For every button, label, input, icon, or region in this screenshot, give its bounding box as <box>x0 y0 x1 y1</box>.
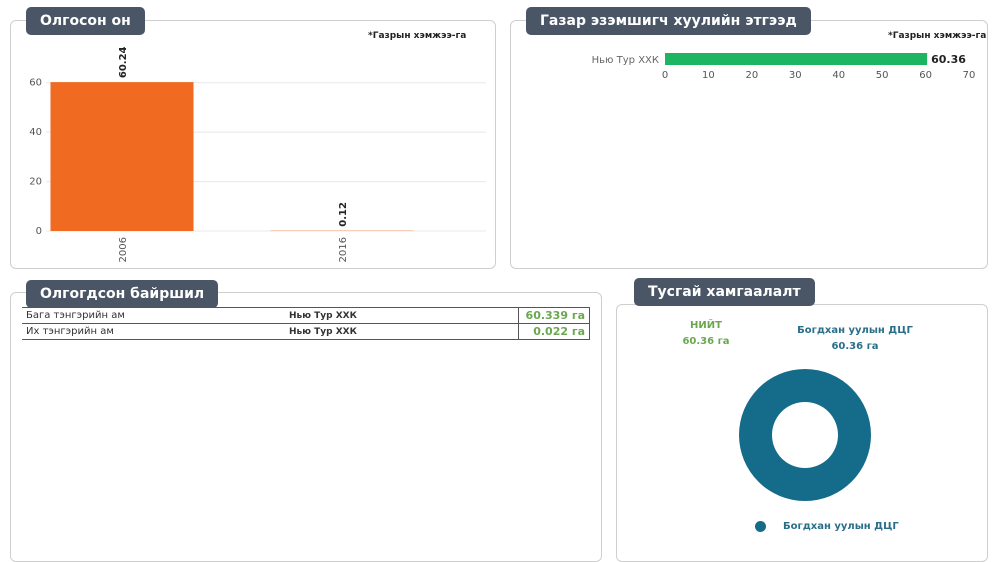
place-cell: Бага тэнгэрийн ам <box>22 308 285 324</box>
y-tick-label: 40 <box>29 127 42 138</box>
x-tick-label: 2016 <box>338 237 349 262</box>
segment-value: 60.36 га <box>790 341 920 352</box>
location-panel-title: Олгогдсон байршил <box>26 280 218 308</box>
holder-cell: Нью Тур ХХК <box>285 324 519 340</box>
x-tick-label: 30 <box>789 70 802 81</box>
total-value: 60.36 га <box>676 336 736 347</box>
table-row[interactable]: Бага тэнгэрийн ам Нью Тур ХХК 60.339 га <box>22 308 590 324</box>
bar-value-label: 60.36 <box>931 53 966 66</box>
legend-dot-icon <box>755 521 766 532</box>
table-row[interactable]: Их тэнгэрийн ам Нью Тур ХХК 0.022 га <box>22 324 590 340</box>
year-bar-chart: 0 20 40 60 60.24 2006 0.12 2016 <box>10 40 496 268</box>
bar[interactable] <box>665 53 927 65</box>
holder-panel-title: Газар эзэмшигч хуулийн этгээд <box>526 7 811 35</box>
bar-value-label: 60.24 <box>118 46 129 78</box>
legend-label[interactable]: Богдхан уулын ДЦГ <box>783 521 899 532</box>
x-tick-label: 70 <box>963 70 976 81</box>
x-tick-label: 50 <box>876 70 889 81</box>
protected-panel-title: Тусгай хамгаалалт <box>634 278 815 306</box>
area-cell: 0.022 га <box>519 324 590 340</box>
year-panel-title: Олгосон он <box>26 7 145 35</box>
donut-slice[interactable] <box>739 369 871 501</box>
holder-cell: Нью Тур ХХК <box>285 308 519 324</box>
segment-label: Богдхан уулын ДЦГ <box>790 325 920 336</box>
holder-bar-chart: Нью Тур ХХК 60.36 0 10 20 30 40 50 60 70 <box>510 40 988 90</box>
y-tick-label: 20 <box>29 177 42 188</box>
area-cell: 60.339 га <box>519 308 590 324</box>
x-tick-label: 60 <box>919 70 932 81</box>
x-tick-label: 0 <box>662 70 668 81</box>
y-tick-label: 0 <box>36 226 42 237</box>
x-tick-label: 10 <box>702 70 715 81</box>
total-label: НИЙТ <box>676 320 736 331</box>
y-category-label: Нью Тур ХХК <box>592 55 659 66</box>
y-tick-label: 60 <box>29 78 42 89</box>
x-tick-label: 2006 <box>118 237 129 262</box>
x-tick-label: 40 <box>832 70 845 81</box>
bar[interactable] <box>51 82 194 231</box>
place-cell: Их тэнгэрийн ам <box>22 324 285 340</box>
protected-donut-chart <box>730 360 880 510</box>
x-tick-label: 20 <box>745 70 758 81</box>
location-table: Бага тэнгэрийн ам Нью Тур ХХК 60.339 га … <box>22 307 590 340</box>
bar-value-label: 0.12 <box>338 202 349 227</box>
